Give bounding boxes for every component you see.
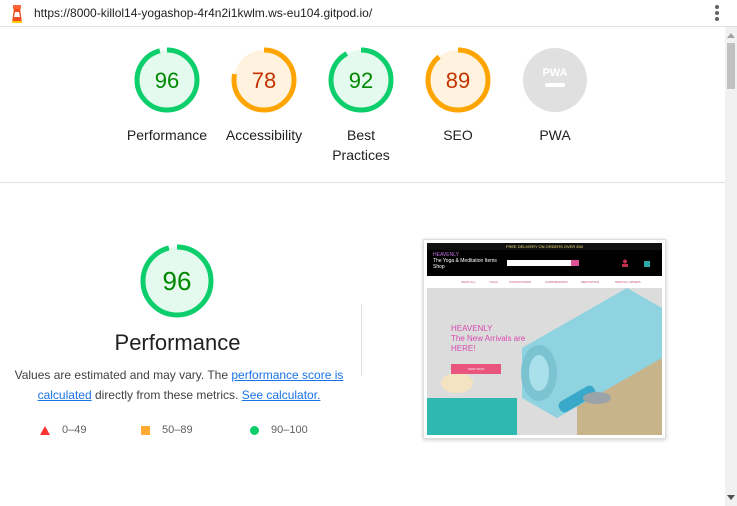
yoga-mat-illustration-icon	[427, 288, 662, 435]
shot-hero-image: HEAVENLY The New Arrivals are HERE! SHOP…	[427, 288, 662, 435]
fail-triangle-icon	[40, 425, 50, 435]
gauge-accessibility[interactable]: 78 Accessibility	[214, 47, 314, 145]
score-gauges: 96 Performance 78 Accessibility 92 Best …	[0, 27, 725, 183]
gauge-score: 78	[252, 68, 276, 93]
legend-pass: 90–100	[250, 424, 308, 436]
performance-title: Performance	[114, 330, 241, 355]
gauge-score: 96	[155, 68, 179, 93]
desc-text: directly from these metrics.	[91, 388, 242, 402]
shot-nav-item: SPECIAL OFFERS	[615, 280, 641, 284]
gauge-best-practices[interactable]: 92 Best Practices	[311, 47, 411, 165]
shot-nav-item: COMPRESSION	[545, 280, 568, 284]
shot-hero-line: HERE!	[451, 344, 476, 353]
gauge-label: Performance	[126, 127, 208, 143]
gauge-ring: 89	[425, 47, 491, 113]
shot-hero-line: The New Arrivals are	[451, 334, 526, 343]
shot-nav-item: MEDITATION	[581, 280, 600, 284]
shot-bag-icon	[644, 261, 650, 267]
divider	[361, 304, 362, 376]
shot-search-input	[507, 260, 571, 266]
shot-header: HEAVENLY The Yoga & Meditation Items Sho…	[427, 250, 662, 276]
shot-account-icon	[622, 259, 628, 267]
gauge-pwa[interactable]: PWA PWA	[505, 47, 605, 145]
shot-nav-item: YOGA	[489, 280, 498, 284]
pwa-badge-text: PWA	[542, 67, 567, 79]
performance-gauge: 96	[140, 244, 214, 318]
pwa-badge-icon: PWA	[523, 48, 587, 112]
gauge-label: PWA	[539, 127, 571, 143]
performance-description: Values are estimated and may vary. The p…	[14, 365, 344, 405]
shot-hero-text: HEAVENLY The New Arrivals are HERE!	[451, 324, 525, 354]
more-menu-icon[interactable]	[712, 3, 722, 23]
legend-fail: 0–49	[40, 424, 86, 436]
see-calculator-link[interactable]: See calculator.	[242, 388, 321, 402]
scroll-thumb[interactable]	[727, 43, 735, 89]
gauge-score: 89	[446, 68, 470, 93]
pass-circle-icon	[250, 425, 259, 435]
gauge-score: 92	[349, 68, 373, 93]
shot-hero-brand: HEAVENLY	[451, 324, 493, 333]
scroll-down-arrow-icon[interactable]	[727, 495, 735, 500]
report-topbar: https://8000-killol14-yogashop-4r4n2i1kw…	[0, 0, 737, 27]
desc-text: Values are estimated and may vary. The	[14, 368, 232, 382]
gauge-ring: 92	[328, 47, 394, 113]
scroll-up-arrow-icon[interactable]	[727, 33, 735, 38]
gauge-seo[interactable]: 89 SEO	[408, 47, 508, 145]
gauge-ring: 78	[231, 47, 297, 113]
gauge-label: Best Practices	[332, 127, 390, 163]
vertical-scrollbar[interactable]	[725, 27, 737, 506]
legend-label: 50–89	[162, 424, 193, 436]
gauge-label: SEO	[443, 127, 473, 143]
legend-label: 0–49	[62, 424, 87, 436]
shot-nav-item: CONDITIONING	[509, 280, 532, 284]
gauge-ring: 96	[134, 47, 200, 113]
shot-search-icon	[571, 260, 579, 266]
average-square-icon	[141, 425, 150, 435]
lighthouse-icon	[12, 5, 22, 23]
legend-label: 90–100	[271, 424, 308, 436]
shot-tagline: The Yoga & Meditation Items Shop	[433, 258, 497, 270]
shot-brand: HEAVENLY The Yoga & Meditation Items Sho…	[433, 252, 503, 270]
gauge-performance[interactable]: 96 Performance	[117, 47, 217, 145]
legend-average: 50–89	[141, 424, 193, 436]
score-legend: 0–49 50–89 90–100	[40, 424, 340, 440]
final-screenshot[interactable]: FREE DELIVERY ON ORDERS OVER £50 HEAVENL…	[423, 239, 666, 439]
shot-nav-item: SHOP ALL	[461, 280, 476, 284]
shot-nav: SHOP ALL YOGA CONDITIONING COMPRESSION M…	[427, 276, 662, 288]
shot-shop-now-button: SHOP NOW	[451, 364, 501, 374]
shot-banner: FREE DELIVERY ON ORDERS OVER £50	[427, 243, 662, 250]
gauge-label: Accessibility	[225, 127, 303, 143]
report-url[interactable]: https://8000-killol14-yogashop-4r4n2i1kw…	[34, 6, 372, 20]
performance-score: 96	[163, 266, 192, 296]
